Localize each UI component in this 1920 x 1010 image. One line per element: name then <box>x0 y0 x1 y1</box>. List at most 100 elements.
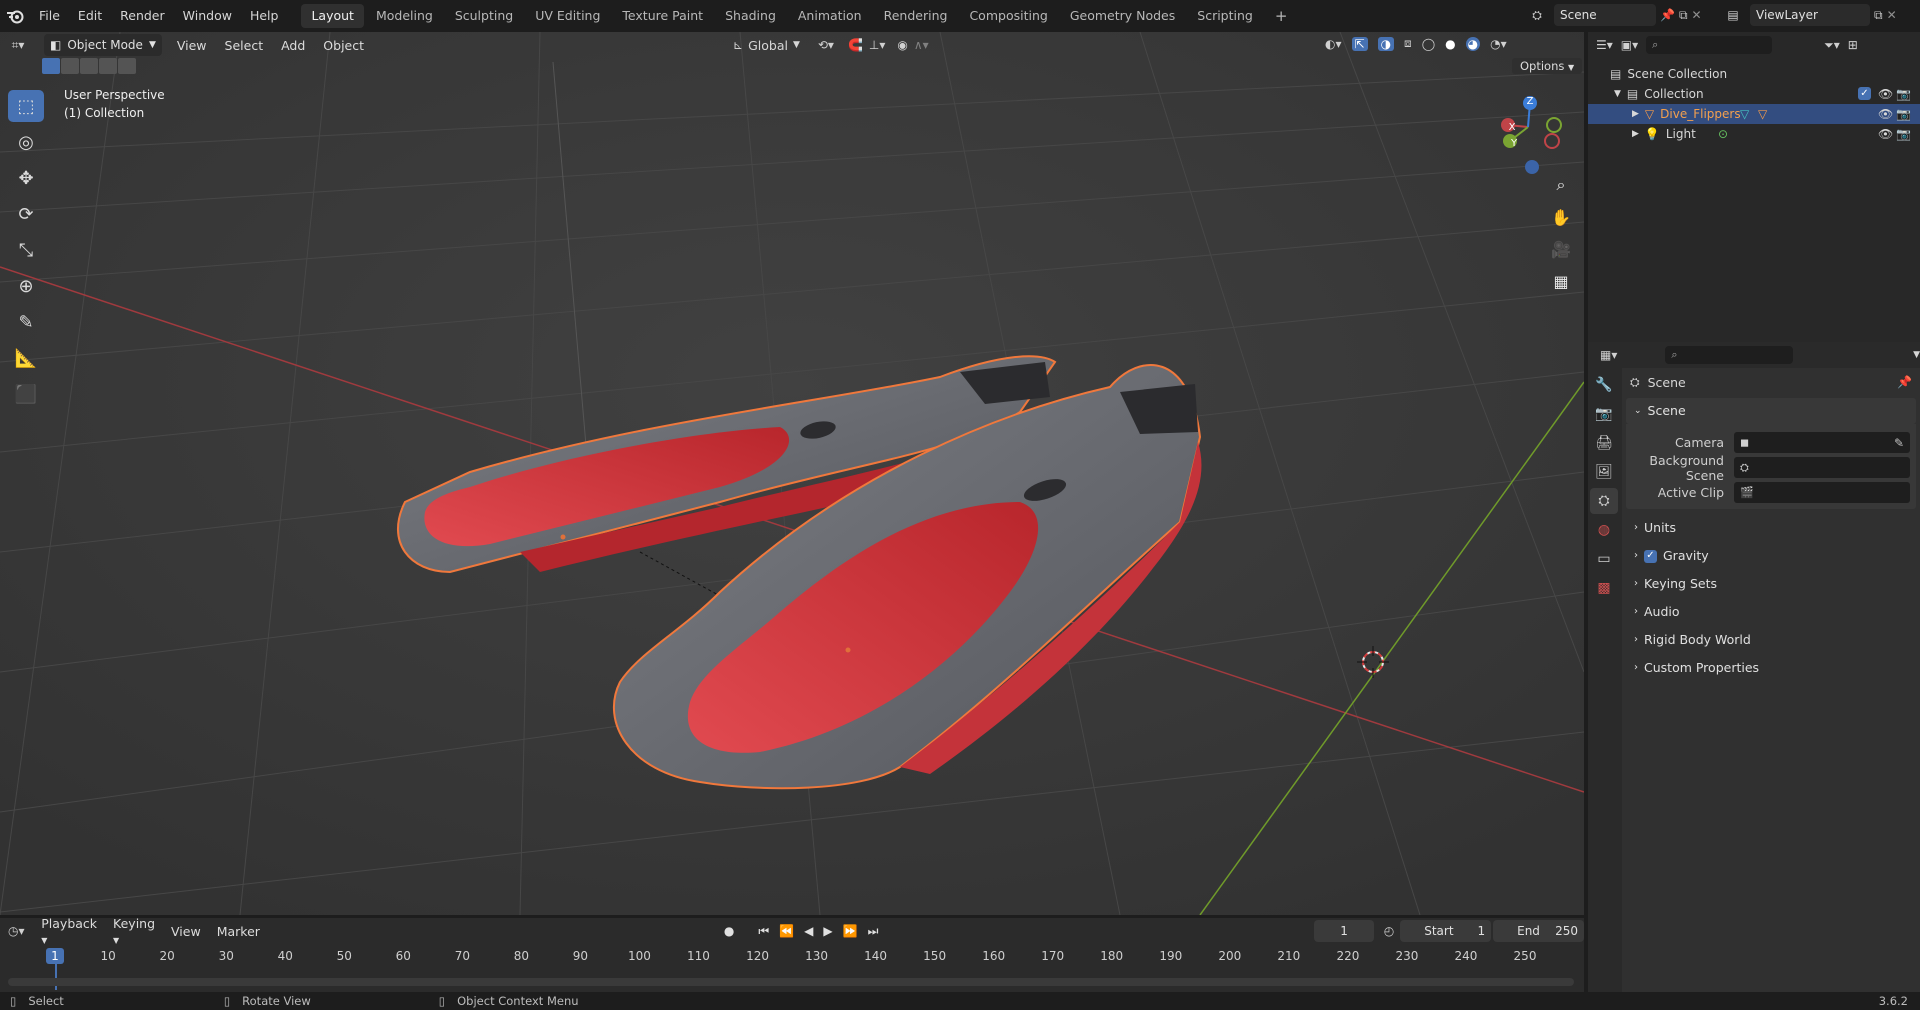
custom-properties-panel-header[interactable]: › Custom Properties <box>1626 655 1916 681</box>
jump-end-icon[interactable]: ⏭ <box>868 924 879 939</box>
camera-field[interactable]: ◼ ✎ <box>1734 432 1910 453</box>
outliner-collection[interactable]: ▼ ▤ Collection ✓ 👁 📷 <box>1588 84 1920 104</box>
output-tab-icon[interactable]: 🖨 <box>1590 430 1618 456</box>
current-frame-field[interactable]: 1 <box>1314 920 1374 942</box>
scene-tab-icon[interactable]: ⛭ <box>1590 488 1618 514</box>
outliner-scene-collection[interactable]: ▤ Scene Collection <box>1588 64 1920 84</box>
jump-start-icon[interactable]: ⏮ <box>758 924 769 939</box>
world-tab-icon[interactable]: ◍ <box>1590 517 1618 543</box>
collection-tab-icon[interactable]: ▭ <box>1590 546 1618 572</box>
units-panel-header[interactable]: › Units <box>1626 515 1916 541</box>
delete-view-layer-icon[interactable]: ✕ <box>1887 8 1897 22</box>
wireframe-shading-icon[interactable]: ◯ <box>1422 37 1435 51</box>
tab-layout[interactable]: Layout <box>301 4 364 28</box>
tab-texture-paint[interactable]: Texture Paint <box>612 4 713 28</box>
transform-orientation[interactable]: ⊾ Global ▼ <box>733 38 800 53</box>
frame-ruler[interactable]: 1 10 20 30 40 50 60 70 80 90 100 110 120 130 140 150 160… <box>0 946 1584 990</box>
texture-tab-icon[interactable]: ▩ <box>1590 575 1618 601</box>
perspective-grid-icon[interactable]: ▦ <box>1546 266 1576 296</box>
display-mode-icon[interactable]: ▣▾ <box>1621 38 1638 52</box>
tab-scripting[interactable]: Scripting <box>1187 4 1263 28</box>
move-tool[interactable]: ✥ <box>8 162 44 194</box>
new-scene-icon[interactable]: ⧉ <box>1679 8 1688 23</box>
menu-keying[interactable]: Keying ▼ <box>105 916 163 946</box>
delete-scene-icon[interactable]: ✕ <box>1692 8 1702 22</box>
measure-tool[interactable]: 📐 <box>8 342 44 374</box>
properties-search-input[interactable]: ⌕ <box>1665 346 1794 364</box>
new-collection-icon[interactable]: ⊞ <box>1848 38 1858 52</box>
add-cube-tool[interactable]: ⬛ <box>8 378 44 410</box>
eye-icon[interactable]: 👁 <box>1878 84 1893 104</box>
eye-icon[interactable]: 👁 <box>1878 124 1893 144</box>
new-view-layer-icon[interactable]: ⧉ <box>1874 8 1883 23</box>
visibility-icon[interactable]: ◐▾ <box>1325 37 1342 51</box>
snap-icon[interactable]: 🧲 <box>848 38 863 52</box>
next-keyframe-icon[interactable]: ⏩ <box>843 924 858 938</box>
render-camera-icon[interactable]: 📷 <box>1896 104 1911 124</box>
pivot-icon[interactable]: ⟲▾ <box>818 38 834 52</box>
select-intersect-icon[interactable] <box>118 58 136 74</box>
play-reverse-icon[interactable]: ◀ <box>804 924 813 938</box>
select-invert-icon[interactable] <box>99 58 117 74</box>
rotate-tool[interactable]: ⟳ <box>8 198 44 230</box>
solid-shading-icon[interactable]: ● <box>1445 37 1455 51</box>
outliner-editor-icon[interactable]: ☰▾ <box>1596 38 1613 52</box>
menu-edit[interactable]: Edit <box>69 0 111 32</box>
material-shading-icon[interactable]: ◕ <box>1465 36 1481 51</box>
view-layer-tab-icon[interactable]: 🖼 <box>1590 459 1618 485</box>
outliner-item-dive-flippers[interactable]: ▶ ▽ Dive_Flippers ▽ ▽ 👁 📷 <box>1588 104 1920 124</box>
pan-hand-icon[interactable]: ✋ <box>1546 202 1576 232</box>
outliner-item-light[interactable]: ▶ 💡 Light ⊙ 👁 📷 <box>1588 124 1920 144</box>
mesh-data-icon[interactable]: ▽ <box>1758 104 1767 124</box>
select-new-icon[interactable] <box>42 58 60 74</box>
select-subtract-icon[interactable] <box>80 58 98 74</box>
exclude-checkbox[interactable]: ✓ <box>1858 87 1871 100</box>
eye-icon[interactable]: 👁 <box>1878 104 1893 124</box>
menu-marker[interactable]: Marker <box>209 924 268 939</box>
menu-add[interactable]: Add <box>272 38 314 53</box>
properties-editor-icon[interactable]: ▦▾ <box>1600 348 1617 362</box>
rigid-body-world-panel-header[interactable]: › Rigid Body World <box>1626 627 1916 653</box>
menu-window[interactable]: Window <box>174 0 241 32</box>
scene-panel-header[interactable]: ⌄ Scene <box>1626 398 1916 424</box>
menu-view[interactable]: View <box>168 38 216 53</box>
outliner-search-input[interactable]: ⌕ <box>1646 36 1773 54</box>
scale-tool[interactable]: ⤡ <box>8 234 44 266</box>
filter-icon[interactable]: ⏷▾ <box>1824 38 1840 53</box>
zoom-icon[interactable]: ⌕ <box>1546 170 1576 200</box>
transform-tool[interactable]: ⊕ <box>8 270 44 302</box>
view-layer-field[interactable]: ViewLayer <box>1750 4 1870 26</box>
timeline-editor-icon[interactable]: ◷▾ <box>8 924 33 938</box>
gizmo-toggle-icon[interactable]: ⇱ <box>1351 36 1368 51</box>
view-layer-icon[interactable]: ▤ <box>1720 8 1746 22</box>
play-icon[interactable]: ▶ <box>823 924 832 938</box>
rendered-shading-icon[interactable]: ◔▾ <box>1490 37 1507 51</box>
add-workspace-button[interactable]: + <box>1265 4 1298 28</box>
render-camera-icon[interactable]: 📷 <box>1896 84 1911 104</box>
prev-keyframe-icon[interactable]: ⏪ <box>779 924 794 938</box>
snap-target-icon[interactable]: ⊥▾ <box>869 38 885 52</box>
timeline-scrollbar[interactable] <box>8 978 1574 986</box>
pin-icon[interactable]: 📌 <box>1660 8 1675 22</box>
tab-compositing[interactable]: Compositing <box>959 4 1057 28</box>
tab-animation[interactable]: Animation <box>788 4 872 28</box>
editor-type-icon[interactable]: ⌗▾ <box>0 38 36 53</box>
record-icon[interactable]: ● <box>724 924 734 938</box>
audio-panel-header[interactable]: › Audio <box>1626 599 1916 625</box>
select-box-tool[interactable]: ⬚ <box>8 90 44 122</box>
blender-logo-icon[interactable] <box>0 0 30 32</box>
mode-dropdown[interactable]: ◧ Object Mode ▼ <box>44 34 162 56</box>
pin-icon[interactable]: 📌 <box>1897 375 1912 389</box>
proportional-edit-icon[interactable]: ◉ <box>897 38 907 52</box>
select-extend-icon[interactable] <box>61 58 79 74</box>
gravity-panel-header[interactable]: › ✓ Gravity <box>1626 543 1916 569</box>
tab-rendering[interactable]: Rendering <box>874 4 958 28</box>
xray-icon[interactable]: ⧈ <box>1404 36 1412 51</box>
scene-name-field[interactable]: Scene <box>1554 4 1656 26</box>
active-clip-field[interactable]: 🎬 <box>1734 482 1910 503</box>
cursor-tool[interactable]: ◎ <box>8 126 44 158</box>
scene-icon[interactable]: ⛭ <box>1524 8 1550 23</box>
keying-sets-panel-header[interactable]: › Keying Sets <box>1626 571 1916 597</box>
menu-timeline-view[interactable]: View <box>163 924 209 939</box>
chevron-down-icon[interactable]: ▼ <box>1913 350 1920 360</box>
